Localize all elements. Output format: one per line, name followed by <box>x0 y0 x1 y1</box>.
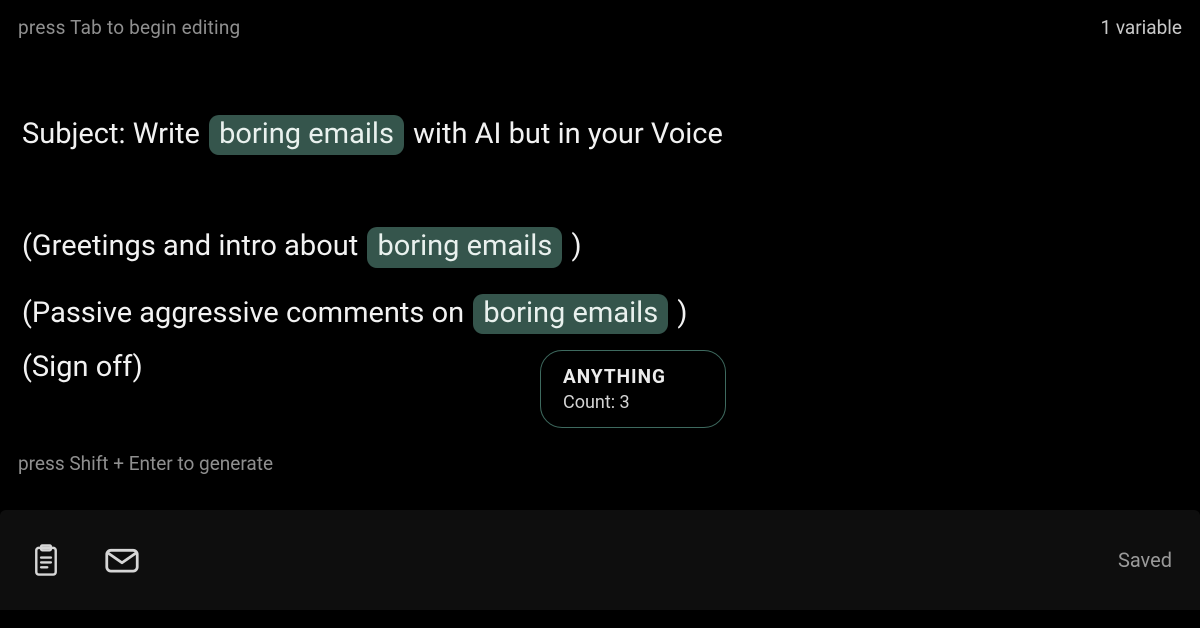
variable-tooltip[interactable]: ANYTHING Count: 3 <box>540 350 726 428</box>
generate-hint: press Shift + Enter to generate <box>18 452 273 475</box>
prompt-editor[interactable]: Subject: Write boring emails with AI but… <box>22 115 1178 385</box>
subject-suffix: with AI but in your Voice <box>406 117 723 151</box>
icon-row <box>28 542 140 578</box>
passive-prefix: (Passive aggressive comments on <box>22 296 471 330</box>
passive-suffix: ) <box>670 296 687 330</box>
edit-hint: press Tab to begin editing <box>18 16 240 39</box>
subject-line: Subject: Write boring emails with AI but… <box>22 115 1178 155</box>
variable-chip[interactable]: boring emails <box>367 227 562 267</box>
passive-line: (Passive aggressive comments on boring e… <box>22 294 1178 334</box>
footer-gap <box>0 612 1200 628</box>
greet-suffix: ) <box>564 229 581 263</box>
variable-chip[interactable]: boring emails <box>473 294 668 334</box>
clipboard-button[interactable] <box>28 542 64 578</box>
top-bar: press Tab to begin editing 1 variable <box>0 0 1200 54</box>
mail-icon <box>104 546 140 574</box>
variable-count-label[interactable]: 1 variable <box>1100 16 1182 39</box>
variable-name: ANYTHING <box>563 365 703 388</box>
variable-count: Count: 3 <box>563 392 703 413</box>
mail-button[interactable] <box>104 542 140 578</box>
bottom-bar: Saved <box>0 510 1200 610</box>
saved-status: Saved <box>1118 548 1172 572</box>
greeting-line: (Greetings and intro about boring emails… <box>22 227 1178 267</box>
app-root: press Tab to begin editing 1 variable Su… <box>0 0 1200 628</box>
clipboard-icon <box>31 543 61 577</box>
greet-prefix: (Greetings and intro about <box>22 229 365 263</box>
variable-chip[interactable]: boring emails <box>209 115 404 155</box>
subject-prefix: Subject: Write <box>22 117 207 151</box>
